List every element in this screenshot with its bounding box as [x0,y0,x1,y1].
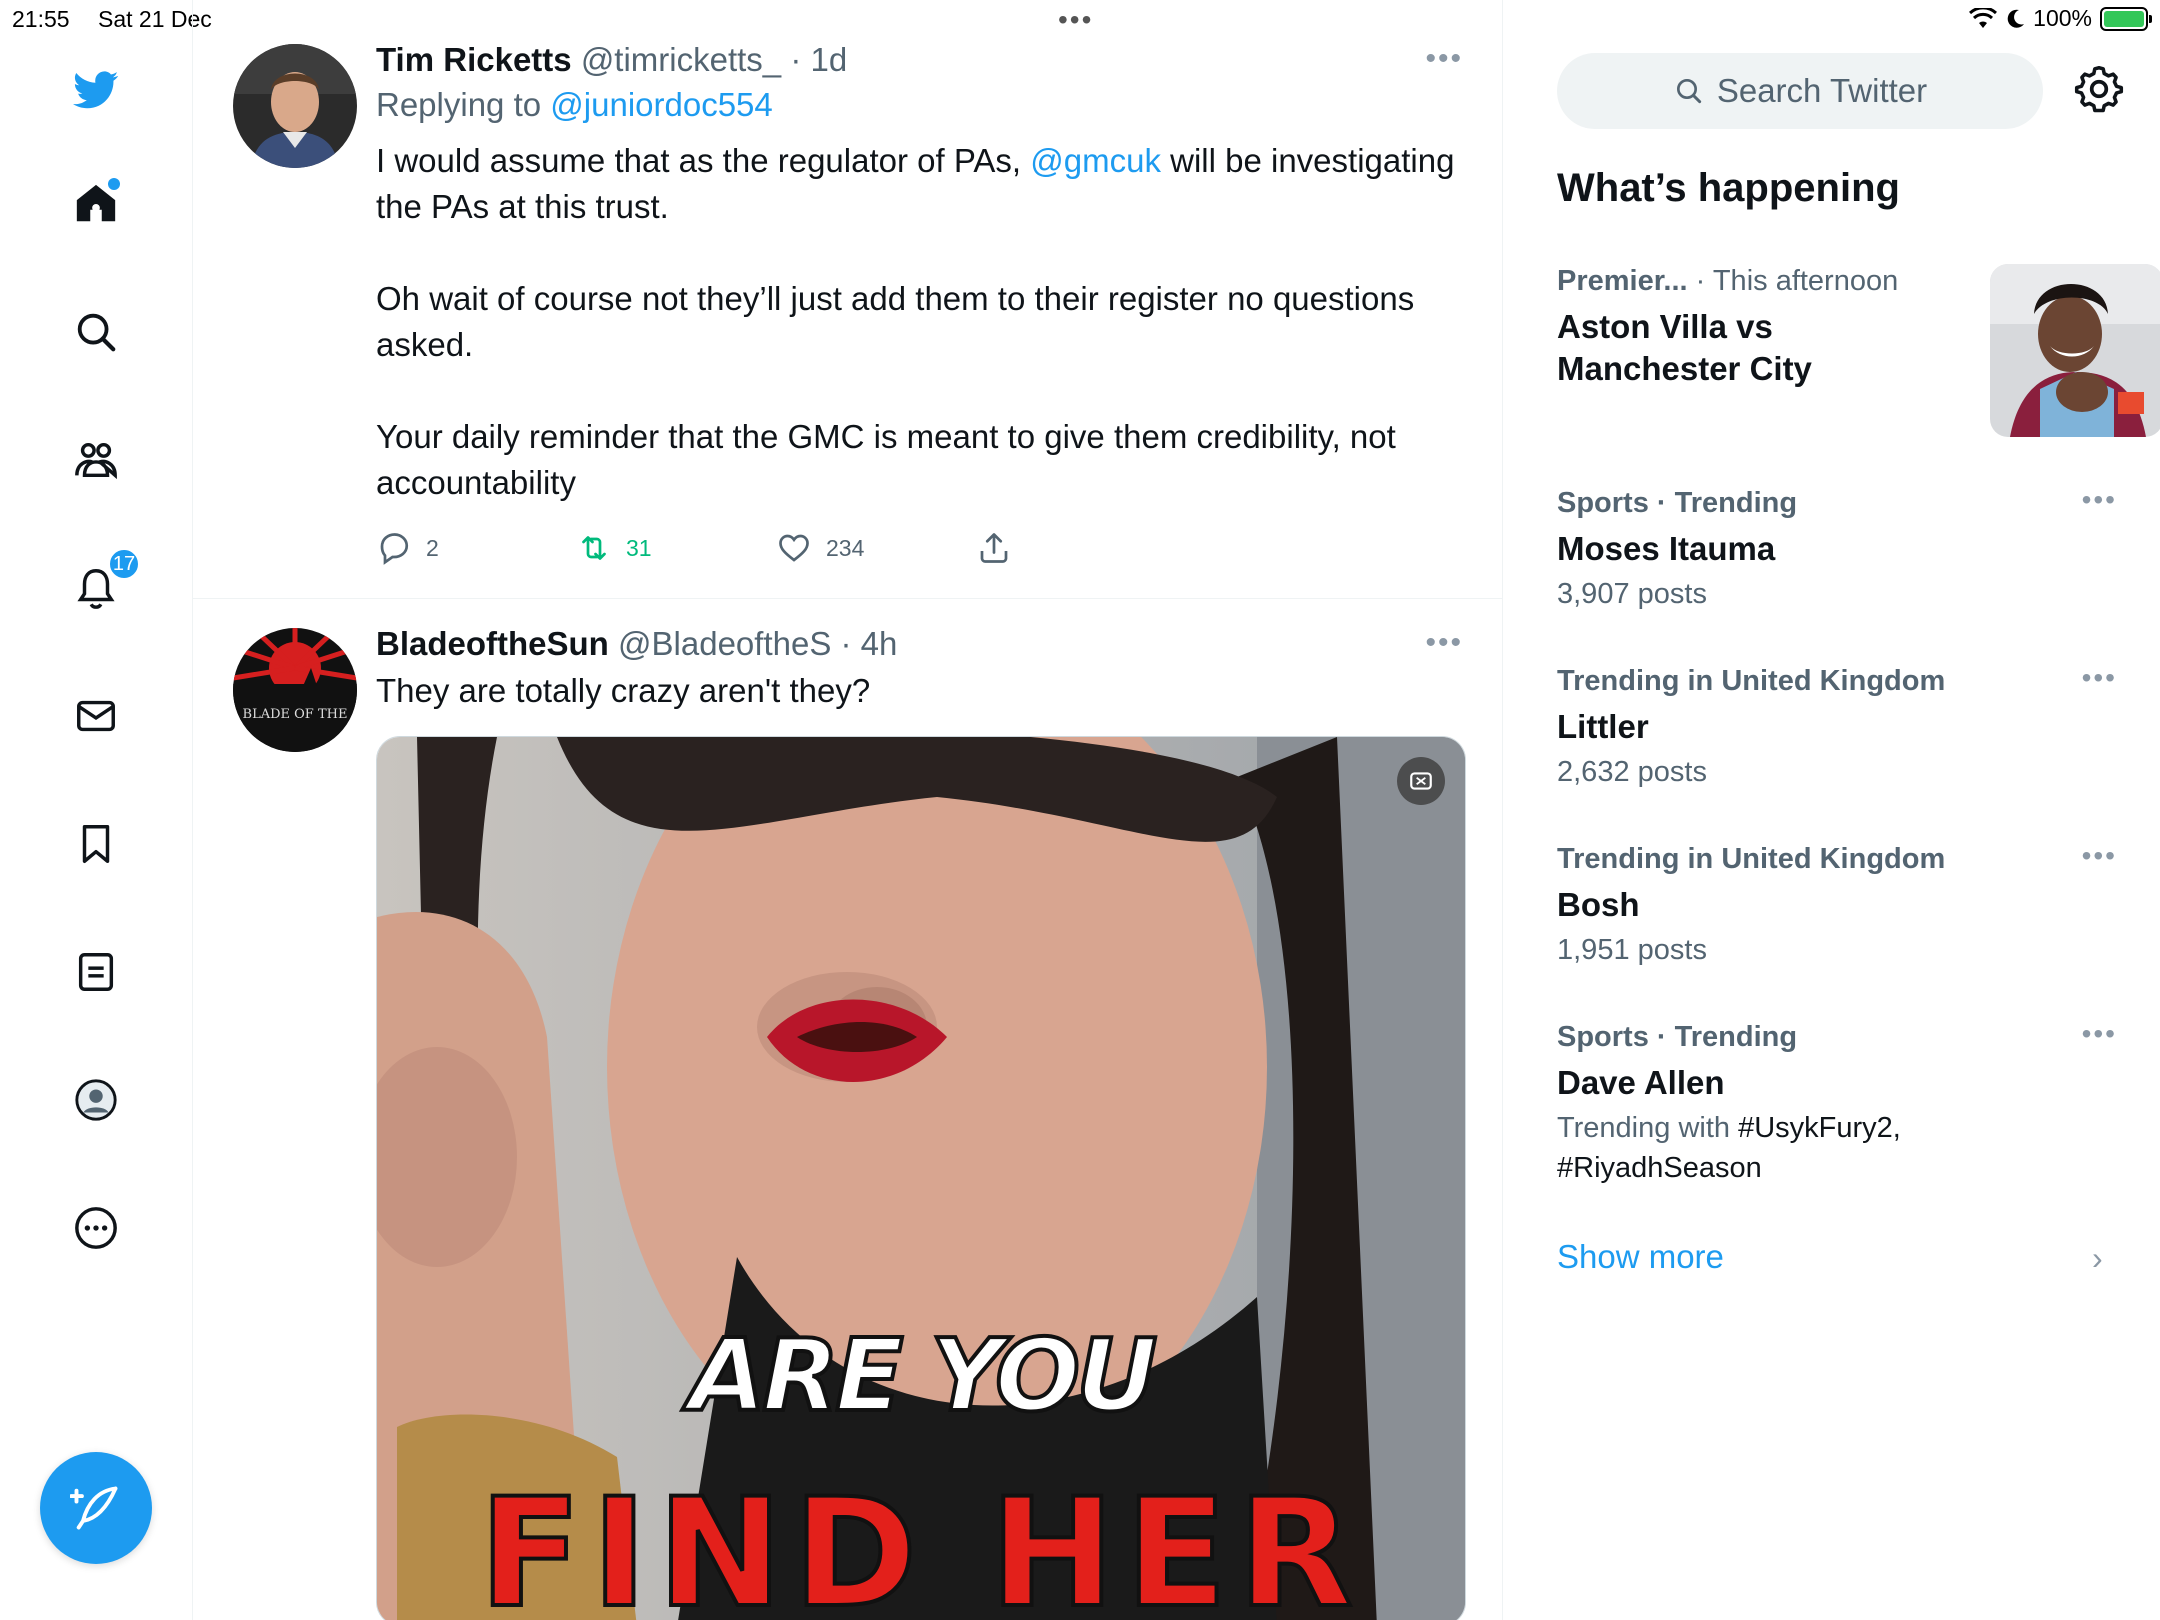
avatar[interactable] [233,44,357,168]
reply-button[interactable]: 2 [376,530,576,566]
tweet-paragraph: Oh wait of course not they’ll just add t… [376,280,1415,363]
tweet-paragraph: I would assume that as the regulator of … [376,138,1466,230]
trend-category: Sports · Trending [1557,487,1798,519]
retweet-icon [582,536,606,560]
trending-with-prefix: Trending with [1557,1112,1731,1144]
tweet-actions: 2 31 234 [376,530,1466,566]
search-icon [1676,79,1701,104]
tweet-text-part: I would assume that as the regulator of … [376,142,1022,179]
tweet-paragraph: Your daily reminder that the GMC is mean… [376,418,1396,501]
trend-meta: Trending in United Kingdom [1557,840,2117,878]
messages-icon[interactable] [66,686,126,746]
trend-category: Sports · Trending [1557,1021,1798,1053]
trend-more-button[interactable]: ••• [2082,840,2117,872]
left-nav: 17 [0,0,193,1620]
media-caption-bottom: FIND HER [477,1465,1364,1620]
search-placeholder: Search Twitter [1716,72,1928,109]
bookmarks-icon[interactable] [66,814,126,874]
retweet-count: 31 [626,534,652,561]
retweet-button[interactable]: 31 [576,530,776,566]
tweet-author-name[interactable]: Tim Ricketts [376,41,572,78]
trend-meta: Trending in United Kingdom [1557,662,2117,700]
show-more-link[interactable]: Show more [1557,1238,1724,1276]
tweet-header: Tim Ricketts @timricketts_ · 1d [376,40,1466,80]
trend-count: 1,951 posts [1557,934,1707,966]
avatar-text: BLADE OF THE [243,707,348,722]
trend-category: Trending in United Kingdom [1557,843,1946,875]
twitter-logo-icon[interactable] [66,60,126,120]
replying-to-link[interactable]: @juniordoc554 [550,86,772,123]
reply-icon [380,533,409,565]
trend-more-button[interactable]: ••• [2082,1018,2117,1050]
right-sidebar: Search Twitter What’s happening Premier.… [1504,0,2160,1620]
trend-category: Premier... [1557,265,1688,297]
notifications-icon[interactable]: 17 [66,548,140,618]
trend-item[interactable]: Sports · Trending Dave Allen Trending wi… [1557,1018,2117,1188]
trend-thumbnail[interactable] [1990,264,2160,437]
tweet-author-handle[interactable]: @BladeoftheS [618,625,831,662]
replying-prefix: Replying to [376,86,542,123]
like-button[interactable]: 234 [776,530,976,566]
trend-title: Dave Allen [1557,1064,1725,1101]
settings-gear-icon[interactable] [2074,64,2124,114]
trend-count: 2,632 posts [1557,756,1707,788]
compose-feather-icon [70,1486,118,1530]
replying-to: Replying to @juniordoc554 [376,82,1466,128]
trend-meta: Sports · Trending [1557,1018,2117,1056]
tweet-author-name[interactable]: BladeoftheSun [376,625,609,662]
trend-meta: Sports · Trending [1557,484,2117,522]
media-caption-top: ARE YOU [687,1315,1160,1436]
trend-count: 3,907 posts [1557,578,1707,610]
trend-item[interactable]: Trending in United Kingdom Bosh 1,951 po… [1557,840,2117,970]
trend-title: Bosh [1557,886,1640,923]
mention-link[interactable]: @gmcuk [1030,142,1161,179]
trend-count: Trending with #UsykFury2, #RiyadhSeason [1557,1108,2117,1188]
share-icon [980,533,1008,563]
trend-item[interactable]: Trending in United Kingdom Littler 2,632… [1557,662,2117,792]
home-icon[interactable] [66,174,126,234]
trend-more-button[interactable]: ••• [2082,662,2117,694]
chevron-right-icon[interactable]: › [2092,1240,2103,1277]
tweet-divider [193,598,1502,599]
reply-count: 2 [426,534,439,561]
search-icon[interactable] [66,302,126,362]
share-button[interactable] [976,530,1176,566]
tweet-header: BladeoftheSun @BladeoftheS · 4h [376,624,1466,664]
trend-item[interactable]: Sports · Trending Moses Itauma 3,907 pos… [1557,484,2117,614]
avatar[interactable]: BLADE OF THE [233,628,357,752]
more-icon[interactable] [66,1198,126,1258]
tweet-media-video[interactable]: ARE YOU FIND HER [376,736,1466,1620]
tweet-time[interactable]: · 4h [841,625,898,662]
communities-icon[interactable] [66,430,126,490]
hashtag-link[interactable]: #UsykFury2, [1738,1112,1901,1144]
trend-category: Trending in United Kingdom [1557,665,1946,697]
search-input[interactable]: Search Twitter [1557,53,2043,129]
profile-icon[interactable] [66,1070,126,1130]
compose-tweet-button[interactable] [40,1452,152,1564]
tweet-text: I would assume that as the regulator of … [376,138,1466,506]
tweet-author-handle[interactable]: @timricketts_ [581,41,781,78]
lists-icon[interactable] [66,942,126,1002]
home-unread-dot [108,178,120,190]
trend-title: Moses Itauma [1557,530,1776,567]
tweet-text: They are totally crazy aren't they? [376,672,871,709]
heart-icon [779,534,809,562]
like-count: 234 [826,534,865,561]
notifications-badge: 17 [108,548,140,580]
tweet-time[interactable]: · 1d [790,41,847,78]
whats-happening-heading: What’s happening [1557,166,1900,210]
gif-indicator-icon[interactable] [1397,757,1445,805]
trend-more-button[interactable]: ••• [2082,484,2117,516]
timeline: ••• Tim Ricketts @timricketts_ · 1d Repl… [193,0,1503,1620]
trend-title: Littler [1557,708,1649,745]
trend-time: · This afternoon [1695,265,1899,297]
trend-item[interactable]: Premier... · This afternoon Aston Villa … [1557,262,2160,442]
tweet-body: BladeoftheSun @BladeoftheS · 4h They are… [376,624,1466,714]
hashtag-link[interactable]: #RiyadhSeason [1557,1152,1762,1184]
tweet-body: Tim Ricketts @timricketts_ · 1d Replying… [376,40,1466,566]
